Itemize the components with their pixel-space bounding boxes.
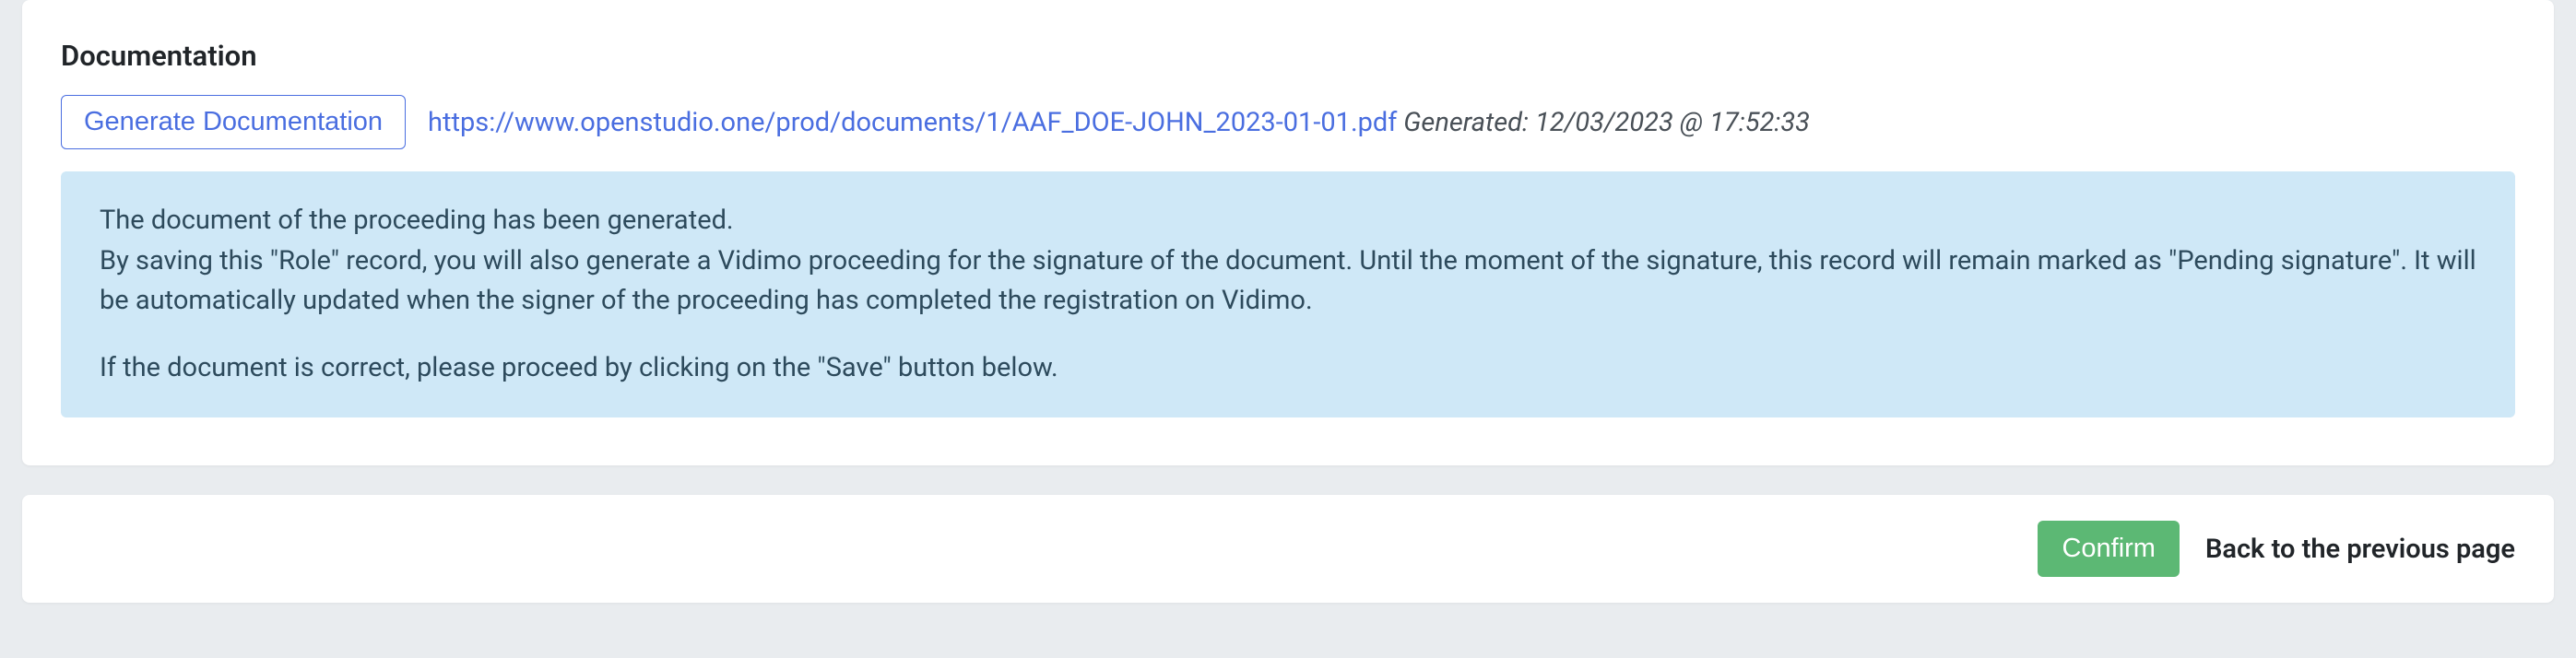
confirm-button[interactable]: Confirm [2038, 521, 2180, 577]
alert-text-line-3: If the document is correct, please proce… [100, 348, 2476, 389]
info-alert: The document of the proceeding has been … [61, 171, 2515, 417]
alert-text-line-1: The document of the proceeding has been … [100, 201, 2476, 241]
document-link[interactable]: https://www.openstudio.one/prod/document… [428, 107, 1397, 138]
documentation-link-wrapper: https://www.openstudio.one/prod/document… [428, 107, 1810, 138]
alert-text-line-2: By saving this "Role" record, you will a… [100, 241, 2476, 322]
generate-documentation-button[interactable]: Generate Documentation [61, 95, 406, 149]
section-title: Documentation [61, 39, 2515, 73]
documentation-row: Generate Documentation https://www.opens… [61, 95, 2515, 149]
generated-timestamp: Generated: 12/03/2023 @ 17:52:33 [1403, 107, 1810, 138]
back-link[interactable]: Back to the previous page [2205, 534, 2515, 565]
documentation-card: Documentation Generate Documentation htt… [22, 0, 2554, 465]
footer-actions-card: Confirm Back to the previous page [22, 495, 2554, 603]
